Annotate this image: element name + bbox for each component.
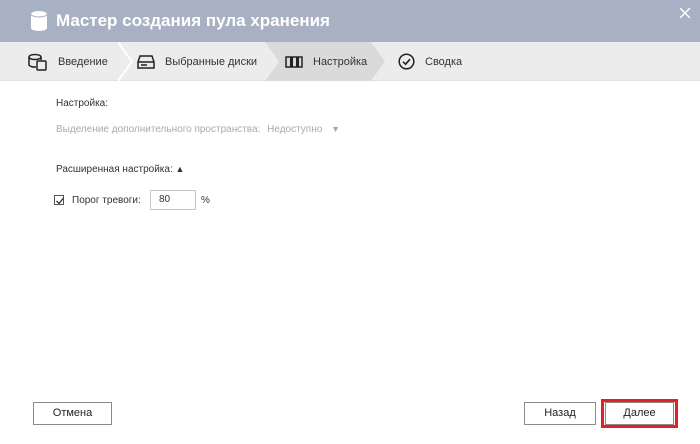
disk-drive-icon: [137, 54, 155, 69]
alarm-threshold-input[interactable]: 80: [150, 190, 196, 210]
storage-cylinder-icon: [30, 11, 48, 31]
close-icon[interactable]: [678, 6, 692, 20]
step-label: Настройка: [313, 55, 368, 68]
checkmark-circle-icon: [398, 53, 415, 70]
step-label: Выбранные диски: [165, 55, 258, 68]
config-heading: Настройка:: [56, 98, 109, 109]
step-summary[interactable]: Сводка: [398, 42, 462, 81]
cancel-button[interactable]: Отмена: [33, 402, 112, 425]
step-label: Введение: [58, 55, 108, 68]
checkmark-icon: [56, 197, 65, 205]
advanced-heading: Расширенная настройка:: [56, 164, 173, 175]
extra-space-label: Выделение дополнительного пространства:: [56, 124, 261, 135]
step-separator: [118, 42, 134, 81]
dropdown-arrow-icon: ▼: [331, 124, 340, 134]
title-bar: Мастер создания пула хранения: [0, 0, 700, 42]
alarm-threshold-label: Порог тревоги:: [72, 195, 141, 206]
back-button[interactable]: Назад: [524, 402, 596, 425]
extra-space-row: Выделение дополнительного пространства: …: [56, 124, 340, 135]
step-selected-disks[interactable]: Выбранные диски: [137, 42, 257, 81]
collapse-arrow-icon: ▲: [175, 164, 185, 174]
window-title: Мастер создания пула хранения: [56, 11, 330, 30]
settings-bars-icon: [285, 55, 303, 68]
step-label: Сводка: [425, 55, 463, 68]
advanced-settings-toggle[interactable]: Расширенная настройка: ▲: [56, 164, 184, 175]
alarm-threshold-checkbox[interactable]: [54, 195, 65, 205]
extra-space-value: Недоступно: [267, 124, 323, 135]
step-intro[interactable]: Введение: [28, 42, 108, 81]
database-icon: [28, 53, 47, 71]
alarm-unit: %: [201, 195, 210, 206]
step-settings[interactable]: Настройка: [285, 42, 367, 81]
next-button[interactable]: Далее: [605, 402, 674, 425]
extra-space-dropdown[interactable]: Недоступно ▼: [267, 124, 340, 135]
wizard-steps: Введение Выбранные диски Настройка Сводк…: [0, 42, 700, 81]
